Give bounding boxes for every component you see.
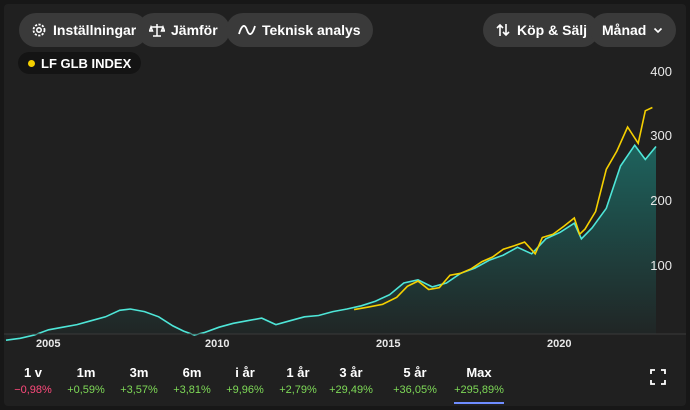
period-change: +36,05% <box>393 384 437 396</box>
period-change: +295,89% <box>454 384 504 396</box>
period-label: 1m <box>76 365 96 380</box>
x-tick-2010: 2010 <box>205 338 230 350</box>
fullscreen-button[interactable] <box>650 369 666 385</box>
period-label: 5 år <box>403 365 427 380</box>
fullscreen-icon <box>650 369 666 389</box>
x-tick-2005: 2005 <box>36 338 61 350</box>
y-tick-400: 400 <box>650 64 672 79</box>
x-tick-2020: 2020 <box>547 338 572 350</box>
period-1y[interactable]: 1 år +2,79% <box>269 359 327 401</box>
y-tick-200: 200 <box>650 193 672 208</box>
period-label: 6m <box>182 365 202 380</box>
period-3m[interactable]: 3m +3,57% <box>110 359 168 401</box>
period-label: i år <box>235 365 255 380</box>
period-change: −0,98% <box>14 384 52 396</box>
period-ytd[interactable]: i år +9,96% <box>216 359 274 401</box>
y-tick-300: 300 <box>650 128 672 143</box>
period-5y[interactable]: 5 år +36,05% <box>386 359 444 401</box>
period-change: +0,59% <box>67 384 105 396</box>
period-label: Max <box>466 365 492 380</box>
period-change: +9,96% <box>226 384 264 396</box>
period-change: +29,49% <box>329 384 373 396</box>
fund-area-fill <box>6 145 656 341</box>
period-1w[interactable]: 1 v −0,98% <box>4 359 62 401</box>
period-selector: 1 v −0,98% 1m +0,59% 3m +3,57% 6m +3,81%… <box>4 359 686 406</box>
chart-panel: Inställningar Jämför Teknisk analys Köp … <box>4 4 686 406</box>
period-label: 1 v <box>23 365 43 380</box>
period-label: 3 år <box>339 365 363 380</box>
y-tick-100: 100 <box>650 258 672 273</box>
period-1m[interactable]: 1m +0,59% <box>57 359 115 401</box>
period-change: +3,57% <box>120 384 158 396</box>
price-chart[interactable] <box>4 4 686 359</box>
period-label: 3m <box>129 365 149 380</box>
period-6m[interactable]: 6m +3,81% <box>163 359 221 401</box>
period-change: +2,79% <box>279 384 317 396</box>
x-tick-2015: 2015 <box>376 338 401 350</box>
period-max[interactable]: Max +295,89% <box>450 359 508 404</box>
period-label: 1 år <box>286 365 310 380</box>
period-3y[interactable]: 3 år +29,49% <box>322 359 380 401</box>
period-change: +3,81% <box>173 384 211 396</box>
